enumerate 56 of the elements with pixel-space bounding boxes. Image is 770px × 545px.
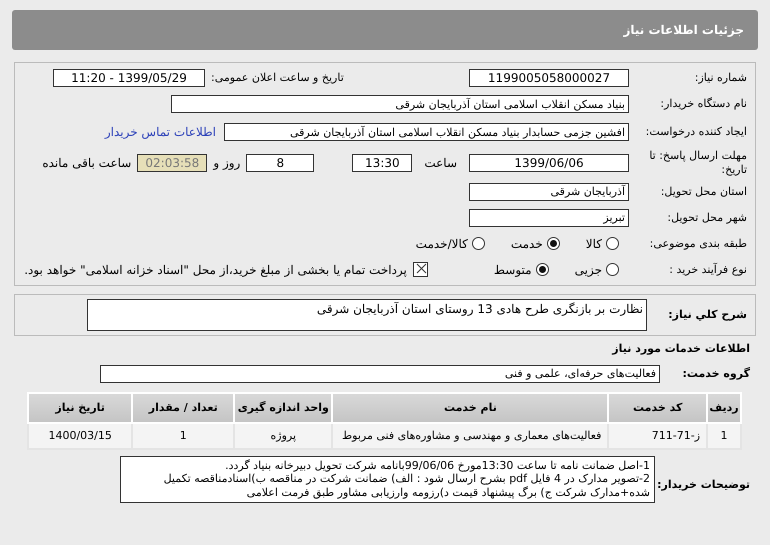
buyer-contact-link[interactable]: اطلاعات تماس خریدار xyxy=(104,125,216,139)
note-line: 2-تصویر مدارک در 4 فایل pdf بشرح ارسال شود : الف) ضمانت شرکت در مناقصه ب)اسنادمناقصه تکمیل شده+مدارک شرکت ج) برگ پیشنهاد قیمت د)رزومه وارزیابی مشاور طبق فرمت اعلامی xyxy=(162,472,650,500)
field-label: شماره نیاز: xyxy=(694,71,748,85)
option-label: کالا/خدمت xyxy=(416,236,468,250)
field-label: شرح کلي نياز: xyxy=(667,308,748,322)
page-title: جزئیات اطلاعات نیاز xyxy=(12,10,758,50)
requester-field: افشین جزمی حسابدار بنیاد مسکن انقلاب اسلامی استان آذربایجان شرقی xyxy=(224,123,629,141)
section-heading: اطلاعات خدمات مورد نیاز xyxy=(610,342,751,356)
announce-date-field: 1399/05/29 - 11:20 xyxy=(53,69,205,87)
table-cell: 1400/03/15 xyxy=(28,422,132,448)
service-group-field: فعالیت‌های حرفه‌ای، علمی و فنی xyxy=(100,364,660,382)
province-field: آذربایجان شرقی xyxy=(469,182,629,200)
field-label: طبقه بندی موضوعی: xyxy=(648,236,748,250)
summary-field: نظارت بر بازنگری طرح هادی 13 روستای استان آذربایجان شرقی xyxy=(87,298,647,330)
radio-button[interactable] xyxy=(536,263,549,276)
deadline-time-field: 13:30 xyxy=(352,154,412,172)
column-header: تعداد / مقدار xyxy=(132,392,234,422)
field-label: ایجاد کننده درخواست: xyxy=(644,125,748,139)
column-header: واحد اندازه گیری xyxy=(234,392,332,422)
need-number-field: 1199005058000027 xyxy=(469,69,629,87)
field-label: مهلت ارسال پاسخ: تا تاریخ: xyxy=(648,149,748,176)
note-line: 1-اصل ضمانت نامه تا ساعت 13:30مورخ 99/06/06بانامه شرکت تحویل دبیرخانه بنیاد گردد. xyxy=(224,458,650,472)
radio-button[interactable] xyxy=(472,237,485,250)
countdown-field: 02:03:58 xyxy=(137,154,208,172)
deadline-date-field: 1399/06/06 xyxy=(469,154,629,172)
table-cell: 1 xyxy=(132,422,234,448)
radio-button[interactable] xyxy=(606,263,619,276)
column-header: نام خدمت xyxy=(332,392,608,422)
column-header: ردیف xyxy=(707,392,741,422)
field-label: تاریخ و ساعت اعلان عمومی: xyxy=(210,71,345,85)
field-label: ساعت باقی مانده xyxy=(42,156,132,170)
option-label: کالا xyxy=(586,236,602,250)
payment-note: پرداخت تمام یا بخشی از مبلغ خرید،از محل "اسناد خزانه اسلامی" خواهد بود. xyxy=(24,262,407,276)
option-label: خدمت xyxy=(510,236,543,250)
field-label: شهر محل تحویل: xyxy=(666,210,748,224)
field-label: توضیحات خریدار: xyxy=(656,478,751,492)
field-label: روز و xyxy=(213,156,240,170)
days-field: 8 xyxy=(246,154,314,172)
table-cell: ز-71-711 xyxy=(608,422,708,448)
radio-button[interactable] xyxy=(546,237,560,250)
option-label: متوسط xyxy=(494,262,532,276)
field-label: نوع فرآیند خرید : xyxy=(668,262,748,276)
field-label: نام دستگاه خریدار: xyxy=(659,97,748,111)
column-header: تاریخ نیاز xyxy=(28,392,132,422)
checkbox[interactable] xyxy=(412,262,428,277)
buyer-org-field: بنیاد مسکن انقلاب اسلامی استان آذربایجان شرقی xyxy=(171,95,629,113)
table-cell: 1 xyxy=(707,422,741,448)
column-header: کد خدمت xyxy=(608,392,708,422)
field-label: استان محل تحویل: xyxy=(660,184,748,198)
table-cell: پروژه xyxy=(234,422,332,448)
radio-button[interactable] xyxy=(606,237,619,250)
field-label: ساعت xyxy=(424,156,457,170)
table-cell: فعالیت‌های معماری و مهندسی و مشاوره‌های فنی مربوط xyxy=(332,422,608,448)
field-label: گروه خدمت: xyxy=(681,366,751,380)
city-field: تبریز xyxy=(469,208,629,226)
option-label: جزیی xyxy=(574,262,602,276)
